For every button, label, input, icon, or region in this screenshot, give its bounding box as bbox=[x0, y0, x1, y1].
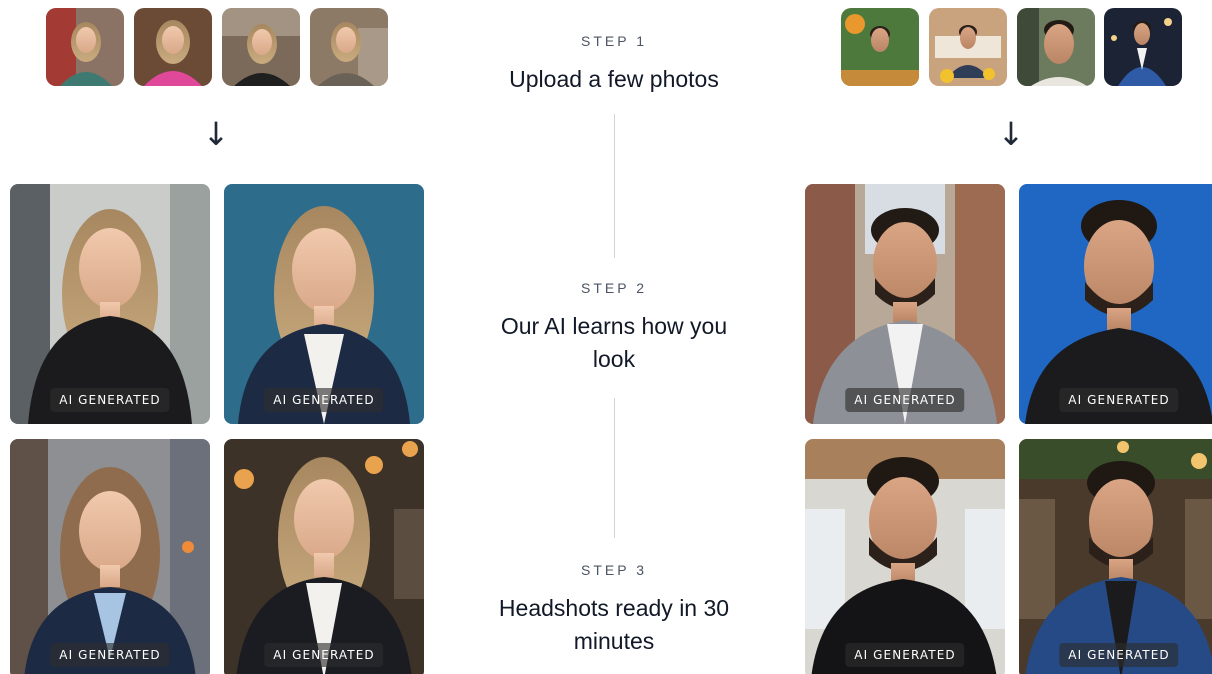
ai-headshot-card: AI GENERATED bbox=[10, 184, 210, 424]
ai-headshot-card: AI GENERATED bbox=[805, 439, 1005, 674]
uploaded-photo-thumbnail bbox=[46, 8, 124, 86]
step-3-label: STEP 3 bbox=[581, 562, 647, 578]
uploaded-photo-thumbnail bbox=[1104, 8, 1182, 86]
uploaded-photo-thumbnail bbox=[929, 8, 1007, 86]
down-arrow-icon: ↓ bbox=[202, 115, 230, 153]
ai-headshot-card: AI GENERATED bbox=[224, 184, 424, 424]
step-2-title: Our AI learns how you look bbox=[500, 313, 728, 372]
ai-generated-badge: AI GENERATED bbox=[845, 388, 965, 412]
uploaded-photo-thumbnail bbox=[1017, 8, 1095, 86]
uploaded-photo-thumbnail bbox=[134, 8, 212, 86]
ai-generated-badge: AI GENERATED bbox=[264, 643, 384, 667]
ai-headshot-card: AI GENERATED bbox=[805, 184, 1005, 424]
ai-generated-badge: AI GENERATED bbox=[264, 388, 384, 412]
step-1-title: Upload a few photos bbox=[509, 66, 719, 92]
ai-generated-badge: AI GENERATED bbox=[50, 388, 170, 412]
ai-generated-badge: AI GENERATED bbox=[50, 643, 170, 667]
ai-headshot-card: AI GENERATED bbox=[224, 439, 424, 674]
step-1-label: STEP 1 bbox=[581, 33, 647, 49]
uploaded-photo-thumbnail bbox=[841, 8, 919, 86]
ai-generated-badge: AI GENERATED bbox=[1059, 388, 1179, 412]
uploaded-photo-thumbnail bbox=[222, 8, 300, 86]
step-3-title: Headshots ready in 30 minutes bbox=[498, 595, 730, 654]
ai-headshot-card: AI GENERATED bbox=[10, 439, 210, 674]
ai-generated-badge: AI GENERATED bbox=[845, 643, 965, 667]
step-divider bbox=[614, 398, 615, 538]
ai-headshot-card: AI GENERATED bbox=[1019, 439, 1212, 674]
step-2-label: STEP 2 bbox=[581, 280, 647, 296]
step-divider bbox=[614, 114, 615, 258]
uploaded-photo-thumbnail bbox=[310, 8, 388, 86]
down-arrow-icon: ↓ bbox=[997, 115, 1025, 153]
ai-headshot-card: AI GENERATED bbox=[1019, 184, 1212, 424]
ai-generated-badge: AI GENERATED bbox=[1059, 643, 1179, 667]
